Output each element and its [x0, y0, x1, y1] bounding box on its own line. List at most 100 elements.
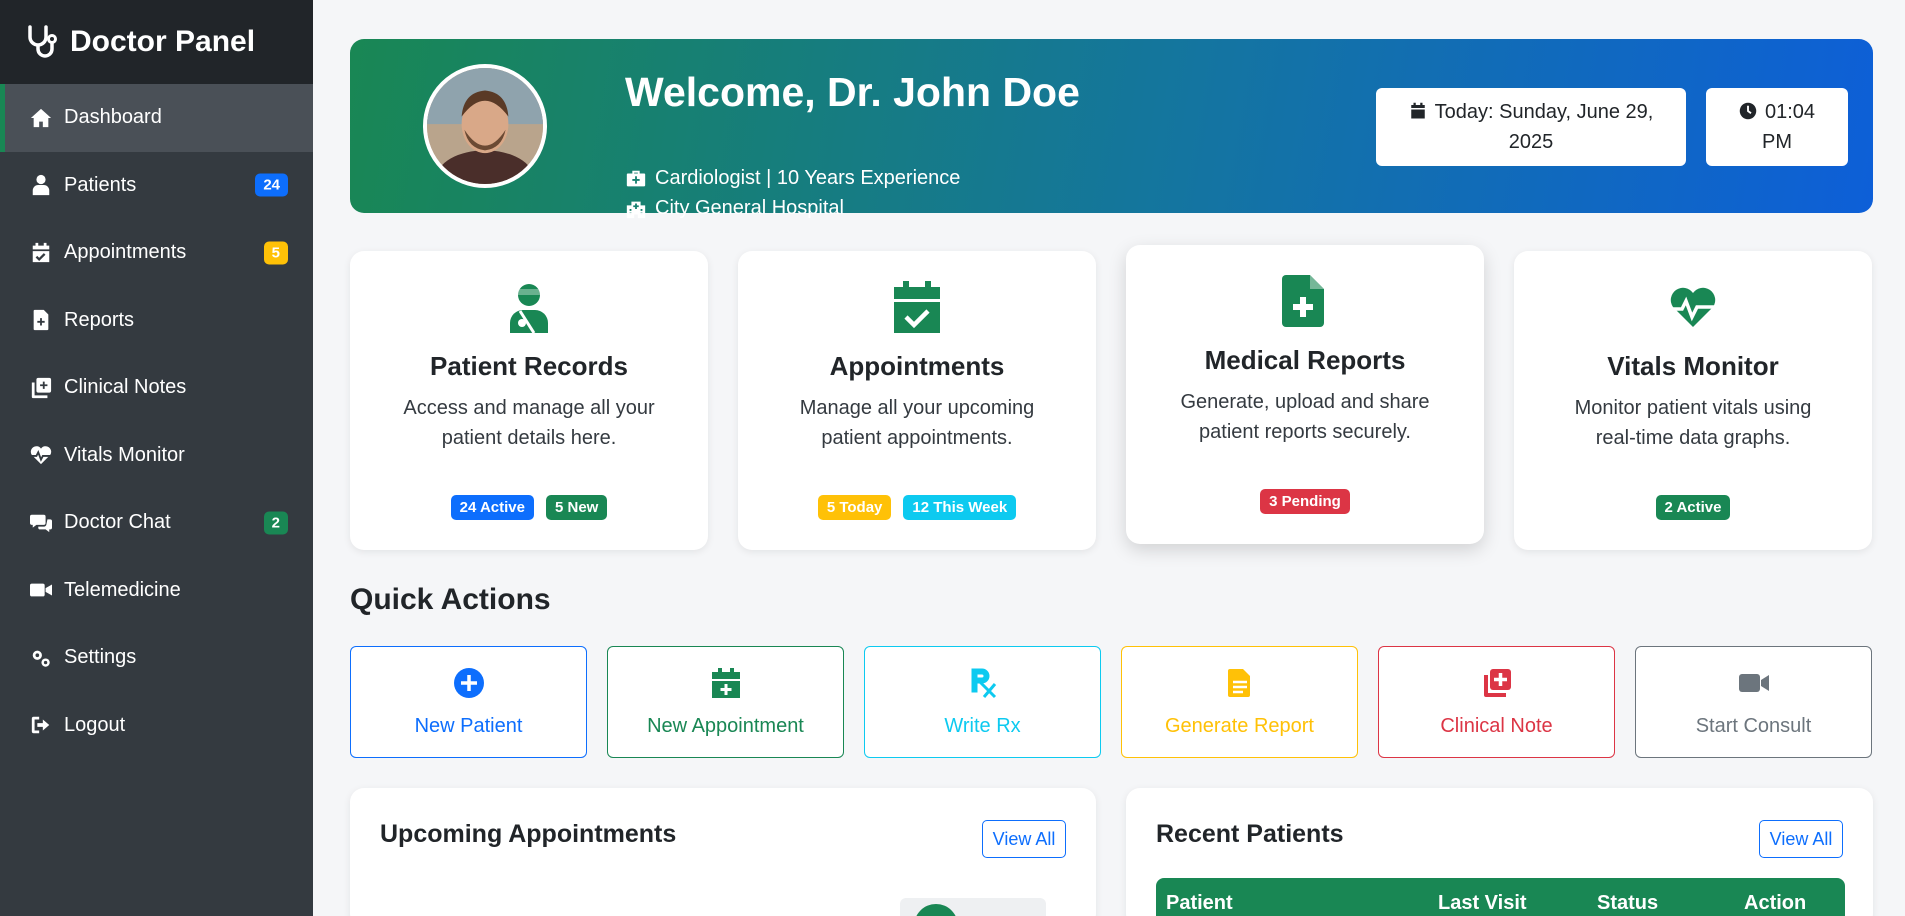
panel-title: Upcoming Appointments	[380, 820, 677, 848]
sidebar-item-logout[interactable]: Logout	[0, 692, 313, 760]
avatar	[423, 64, 547, 188]
generate-report-button[interactable]: Generate Report	[1121, 646, 1358, 758]
sidebar: Doctor Panel Dashboard Patients 24 Appointm…	[0, 0, 313, 916]
col-status: Status	[1597, 892, 1659, 914]
badge-new: 5 New	[545, 495, 608, 520]
sidebar-item-label: Telemedicine	[64, 578, 181, 601]
card-title: Appointments	[829, 351, 1005, 381]
sidebar-item-clinical-notes[interactable]: Clinical Notes	[0, 354, 313, 422]
calendar-check-icon	[894, 281, 940, 333]
notes-medical-icon	[28, 377, 54, 399]
badge-week: 12 This Week	[903, 495, 1017, 520]
card-desc: Generate, upload and share patient repor…	[1180, 391, 1430, 443]
sidebar-item-doctor-chat[interactable]: Doctor Chat 2	[0, 489, 313, 557]
plus-circle-icon	[453, 668, 484, 698]
card-title: Medical Reports	[1204, 345, 1406, 375]
heart-pulse-icon	[1668, 287, 1718, 327]
sidebar-item-settings[interactable]: Settings	[0, 624, 313, 692]
start-consult-button[interactable]: Start Consult	[1635, 646, 1872, 758]
sidebar-item-dashboard[interactable]: Dashboard	[0, 84, 313, 152]
date-box: Today: Sunday, June 29, 2025	[1376, 88, 1686, 166]
new-patient-button[interactable]: New Patient	[350, 646, 587, 758]
user-injured-icon	[510, 284, 548, 333]
quick-actions-title: Quick Actions	[350, 583, 551, 616]
sidebar-item-label: Doctor Chat	[64, 511, 171, 534]
col-action: Action	[1744, 892, 1807, 914]
panel-title: Recent Patients	[1156, 820, 1344, 848]
qa-label: Generate Report	[1165, 715, 1314, 737]
qa-label: New Appointment	[647, 715, 804, 737]
badge-today: 5 Today	[817, 495, 892, 520]
heart-pulse-icon	[28, 444, 54, 466]
view-all-patients-button[interactable]: View All	[1759, 820, 1843, 858]
badge-pending: 3 Pending	[1260, 489, 1350, 514]
time-line-1: 01:04	[1764, 101, 1816, 123]
appointment-item-placeholder	[900, 898, 1046, 916]
brand[interactable]: Doctor Panel	[0, 0, 313, 84]
write-rx-button[interactable]: Write Rx	[864, 646, 1101, 758]
date-line-1: Today: Sunday, June 29,	[1434, 101, 1654, 123]
card-desc: Manage all your upcoming patient appoint…	[799, 397, 1035, 449]
badge-active: 2 Active	[1655, 495, 1731, 520]
new-appointment-button[interactable]: New Appointment	[607, 646, 844, 758]
upcoming-appointments-panel: Upcoming Appointments View All	[350, 788, 1096, 916]
count-badge: 5	[263, 241, 288, 265]
calendar-plus-icon	[711, 668, 740, 698]
specialty-text: Cardiologist | 10 Years Experience	[655, 167, 961, 189]
sign-out-icon	[28, 714, 54, 736]
appointment-avatar	[914, 904, 958, 916]
time-line-2: PM	[1762, 131, 1792, 153]
date-line-2: 2025	[1508, 131, 1554, 153]
sidebar-item-label: Settings	[64, 646, 137, 669]
sidebar-item-telemedicine[interactable]: Telemedicine	[0, 557, 313, 625]
sidebar-item-vitals-monitor[interactable]: Vitals Monitor	[0, 422, 313, 490]
card-desc: Monitor patient vitals using real-time d…	[1574, 397, 1812, 449]
sidebar-item-label: Dashboard	[64, 106, 162, 129]
hospital-text: City General Hospital	[655, 197, 844, 219]
user-injured-icon	[28, 174, 54, 196]
badge-active: 24 Active	[450, 495, 534, 520]
card-title: Vitals Monitor	[1607, 351, 1779, 381]
sidebar-item-appointments[interactable]: Appointments 5	[0, 219, 313, 287]
card-vitals-monitor[interactable]: Vitals Monitor Monitor patient vitals us…	[1514, 251, 1872, 550]
col-patient: Patient	[1166, 892, 1233, 914]
comments-icon	[28, 512, 54, 534]
file-medical-icon	[1282, 275, 1324, 327]
sidebar-item-label: Clinical Notes	[64, 376, 187, 399]
sidebar-item-label: Reports	[64, 308, 135, 331]
prescription-icon	[971, 668, 996, 699]
sidebar-item-reports[interactable]: Reports	[0, 287, 313, 355]
clinical-note-button[interactable]: Clinical Note	[1378, 646, 1615, 758]
stethoscope-icon	[28, 25, 57, 58]
notes-medical-icon	[1483, 669, 1511, 697]
calendar-check-icon	[28, 242, 54, 264]
recent-patients-panel: Recent Patients View All Patient Last Vi…	[1126, 788, 1873, 916]
card-appointments[interactable]: Appointments Manage all your upcoming pa…	[738, 251, 1096, 550]
view-all-appointments-button[interactable]: View All	[982, 820, 1066, 858]
medkit-icon	[626, 170, 646, 186]
qa-label: Start Consult	[1695, 715, 1812, 737]
col-last-visit: Last Visit	[1438, 892, 1527, 914]
file-medical-icon	[28, 309, 54, 331]
time-box: 01:04 PM	[1706, 88, 1848, 166]
sidebar-item-label: Patients	[64, 173, 137, 196]
card-desc: Access and manage all your patient detai…	[403, 397, 655, 449]
qa-label: New Patient	[414, 715, 523, 737]
welcome-heading: Welcome, Dr. John Doe	[625, 69, 1080, 115]
count-badge: 24	[255, 173, 288, 197]
sidebar-item-label: Logout	[64, 713, 126, 736]
clock-icon	[1739, 102, 1757, 120]
sidebar-item-label: Vitals Monitor	[64, 443, 185, 466]
patients-table-header: Patient Last Visit Status Action	[1156, 878, 1845, 916]
welcome-banner: Welcome, Dr. John Doe Cardiologist | 10 …	[350, 39, 1873, 219]
hospital-icon	[626, 201, 646, 218]
card-patient-records[interactable]: Patient Records Access and manage all yo…	[350, 251, 708, 550]
qa-label: Clinical Note	[1440, 715, 1553, 737]
hospital-line: City General Hospital	[625, 197, 844, 220]
count-badge: 2	[263, 511, 288, 535]
qa-label: Write Rx	[944, 715, 1021, 737]
sidebar-item-patients[interactable]: Patients 24	[0, 152, 313, 220]
card-medical-reports[interactable]: Medical Reports Generate, upload and sha…	[1126, 245, 1484, 544]
file-lines-icon	[1227, 669, 1250, 697]
video-icon	[28, 579, 54, 601]
